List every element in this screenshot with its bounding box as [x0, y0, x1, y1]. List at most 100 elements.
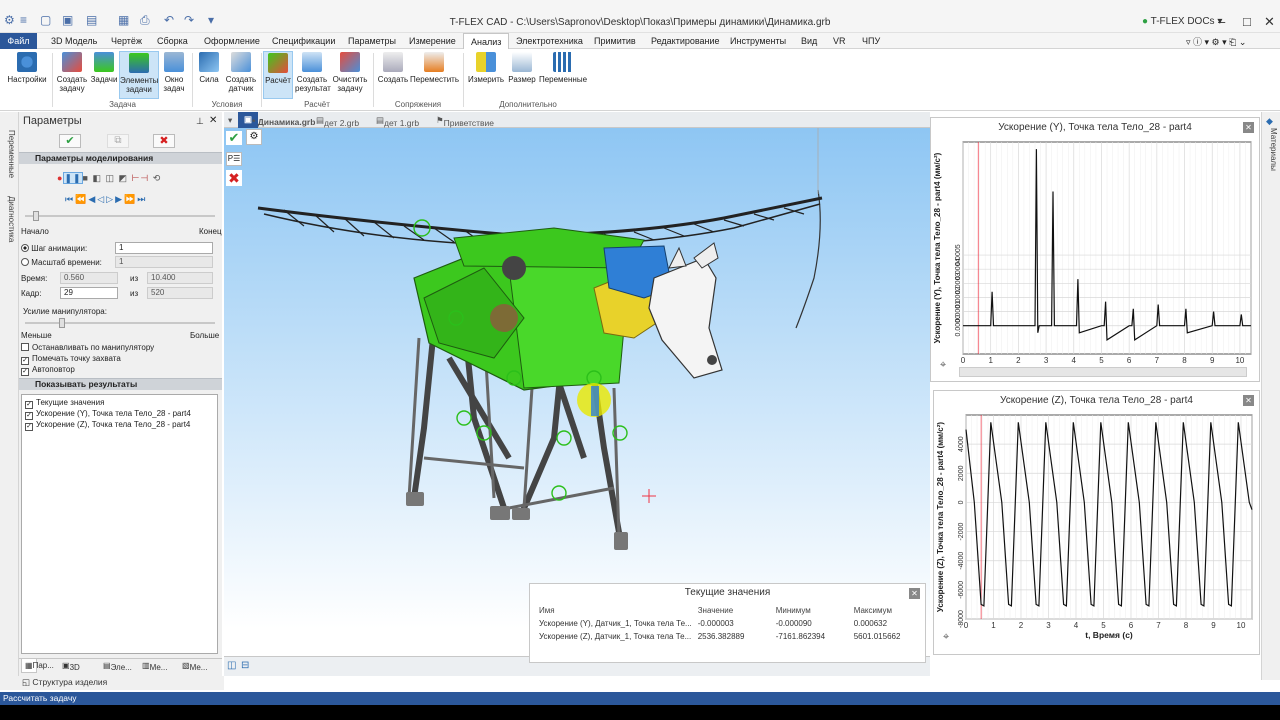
menu-electrical[interactable]: Электротехника — [516, 36, 583, 46]
pause-icon[interactable]: ❚❚ — [63, 172, 83, 184]
tab-measures[interactable]: ▧ Ме... — [182, 661, 207, 672]
section-results-header[interactable]: Показывать результаты — [19, 378, 222, 390]
camera-icon[interactable]: ◧ — [92, 173, 102, 183]
menu-3d-model[interactable]: 3D Модель — [51, 36, 97, 46]
time-input[interactable]: 0.560 — [60, 272, 118, 284]
close-icon[interactable]: ✕ — [1243, 395, 1254, 406]
record-controls[interactable]: ●❚❚■ ◧ ◫ ◩ ⊢⊣ ⟲ — [57, 172, 162, 184]
anim-step-input[interactable]: 1 — [115, 242, 213, 254]
menu-vr[interactable]: VR — [833, 36, 846, 46]
pan-icon[interactable]: ⌖ — [943, 631, 949, 644]
last-frame-icon[interactable]: ⏭ — [137, 194, 147, 204]
panel-close-icon[interactable]: ✕ — [209, 115, 217, 126]
menu-drawing[interactable]: Чертёж — [111, 36, 142, 46]
stop-icon[interactable]: ■ — [83, 173, 89, 183]
close-icon[interactable]: ✕ — [1243, 122, 1254, 133]
menu-tools[interactable]: Инструменты — [730, 36, 786, 46]
time-scale-input[interactable]: 1 — [115, 256, 213, 268]
close-button[interactable]: ✕ — [1264, 14, 1275, 30]
section-model-header[interactable]: Параметры моделирования — [19, 152, 222, 164]
first-frame-icon[interactable]: ⏮ — [65, 194, 75, 204]
tab-dynamics[interactable]: ▣ * Динамика.grb — [238, 112, 315, 128]
create-sensor-button[interactable]: Создать датчик — [224, 51, 258, 93]
anim-step-radio[interactable]: Шаг анимации: — [21, 244, 87, 253]
autorepeat-checkbox[interactable]: ✓ Автоповтор — [21, 365, 75, 376]
tab-det2[interactable]: ▤ дет 2.grb — [316, 115, 359, 128]
chart-y-scrollbar[interactable] — [959, 367, 1247, 377]
menu-assembly[interactable]: Сборка — [157, 36, 188, 46]
create-mate-button[interactable]: Создать — [376, 51, 410, 84]
fast-forward-icon[interactable]: ⏩ — [124, 194, 137, 204]
time-slider[interactable] — [25, 215, 215, 217]
maximize-button[interactable]: □ — [1243, 14, 1251, 29]
marker-end-icon[interactable]: ⊣ — [140, 173, 149, 183]
structure-tab[interactable]: ◱ Структура изделия — [0, 676, 224, 690]
menu-primitive[interactable]: Примитив — [594, 36, 636, 46]
cancel-button[interactable]: ✖ — [153, 134, 175, 148]
table-row[interactable]: Ускорение (Y), Датчик_1, Точка тела Те..… — [536, 617, 921, 630]
chart-z-plot[interactable]: 0 1 2 3 4 5 6 7 8 9 10-8000-6000-4000-200002000400… — [934, 409, 1259, 654]
manipulator-slider-thumb[interactable] — [59, 318, 65, 328]
clear-task-button[interactable]: Очистить задачу — [331, 51, 369, 93]
play-icon[interactable]: ▷ — [106, 194, 115, 204]
menu-cnc[interactable]: ЧПУ — [862, 36, 880, 46]
playback-controls[interactable]: ⏮⏪◀◁▷▶⏩⏭ — [65, 194, 147, 205]
menu-params[interactable]: Параметры — [348, 36, 396, 46]
rewind-icon[interactable]: ⏪ — [75, 194, 88, 204]
tab-welcome[interactable]: ⚑ Приветствие — [436, 115, 494, 128]
split-view-icon[interactable]: ⊟ — [241, 660, 249, 671]
force-button[interactable]: Сила — [195, 51, 223, 84]
frame-icon[interactable]: ◫ — [106, 173, 116, 183]
result-current-values[interactable]: ✓ Текущие значения — [25, 398, 104, 409]
snapshot-icon[interactable]: ◩ — [119, 173, 129, 183]
menu-analysis[interactable]: Анализ — [463, 33, 510, 50]
help-icons[interactable]: ▿ ⓘ ▾ ⚙ ▾ ⎗ ⌄ — [1186, 35, 1246, 48]
table-row[interactable]: Ускорение (Z), Датчик_1, Точка тела Те..… — [536, 630, 921, 643]
docs-button[interactable]: ● T-FLEX DOCs ▾ — [1142, 16, 1222, 27]
task-window-button[interactable]: Окно задач — [160, 51, 188, 93]
tab-elements[interactable]: ▤ Эле... — [103, 661, 132, 672]
tasks-button[interactable]: Задачи — [90, 51, 118, 84]
menu-file[interactable]: Файл — [0, 33, 37, 49]
variables-button[interactable]: Переменные — [538, 51, 588, 84]
materials-tab[interactable]: Материалы — [1269, 128, 1278, 171]
tab-params[interactable]: ▦ Пар... — [21, 659, 54, 673]
pan-icon[interactable]: ⌖ — [940, 359, 946, 372]
calc-button[interactable]: Расчёт — [263, 51, 293, 99]
ok-button[interactable]: ✔ — [59, 134, 81, 148]
step-back-icon[interactable]: ◀ — [88, 194, 97, 204]
measure-button[interactable]: Измерить — [466, 51, 506, 84]
tab-3d[interactable]: ▣ 3D ... — [62, 661, 80, 681]
time-slider-thumb[interactable] — [33, 211, 39, 221]
pin-icon[interactable]: ⊥ — [196, 116, 204, 127]
move-button[interactable]: Переместить — [410, 51, 459, 84]
reset-icon[interactable]: ⟲ — [153, 173, 162, 183]
diagnostics-tab[interactable]: Диагностика — [7, 196, 16, 242]
single-view-icon[interactable]: ◫ — [227, 660, 236, 671]
stop-by-manipulator-checkbox[interactable]: Останавливать по манипулятору — [21, 343, 154, 352]
step-forward-icon[interactable]: ▶ — [115, 194, 124, 204]
minimize-button[interactable]: – — [1218, 14, 1225, 29]
manipulator-slider[interactable] — [25, 322, 215, 324]
variables-tab[interactable]: Переменные — [7, 130, 16, 178]
menu-editing[interactable]: Редактирование — [651, 36, 720, 46]
chart-y-plot[interactable]: 0 1 2 3 4 5 6 7 8 9 100.00000.00010.00020.00030.00… — [931, 136, 1259, 381]
result-accel-y[interactable]: ✓ Ускорение (Y), Точка тела Тело_28 - par… — [25, 409, 191, 420]
settings-button[interactable]: Настройки — [6, 51, 48, 84]
menu-design[interactable]: Оформление — [204, 36, 260, 46]
copy-button[interactable]: ⧉ — [107, 134, 129, 148]
close-icon[interactable]: ✕ — [909, 588, 920, 599]
frame-input[interactable]: 29 — [60, 287, 118, 299]
size-button[interactable]: Размер — [507, 51, 537, 84]
create-result-button[interactable]: Создать результат — [295, 51, 331, 93]
menu-specs[interactable]: Спецификации — [272, 36, 335, 46]
menu-view[interactable]: Вид — [801, 36, 817, 46]
tabs-menu-icon[interactable]: ▾ — [228, 115, 232, 126]
time-scale-radio[interactable]: Масштаб времени: — [21, 258, 102, 267]
play-back-icon[interactable]: ◁ — [97, 194, 106, 204]
result-accel-z[interactable]: ✓ Ускорение (Z), Точка тела Тело_28 - par… — [25, 420, 190, 431]
create-task-button[interactable]: Создать задачу — [55, 51, 89, 93]
menu-measure[interactable]: Измерение — [409, 36, 456, 46]
tab-det1[interactable]: ▤ дет 1.grb — [376, 115, 419, 128]
materials-icon[interactable]: ◆ — [1266, 116, 1273, 127]
